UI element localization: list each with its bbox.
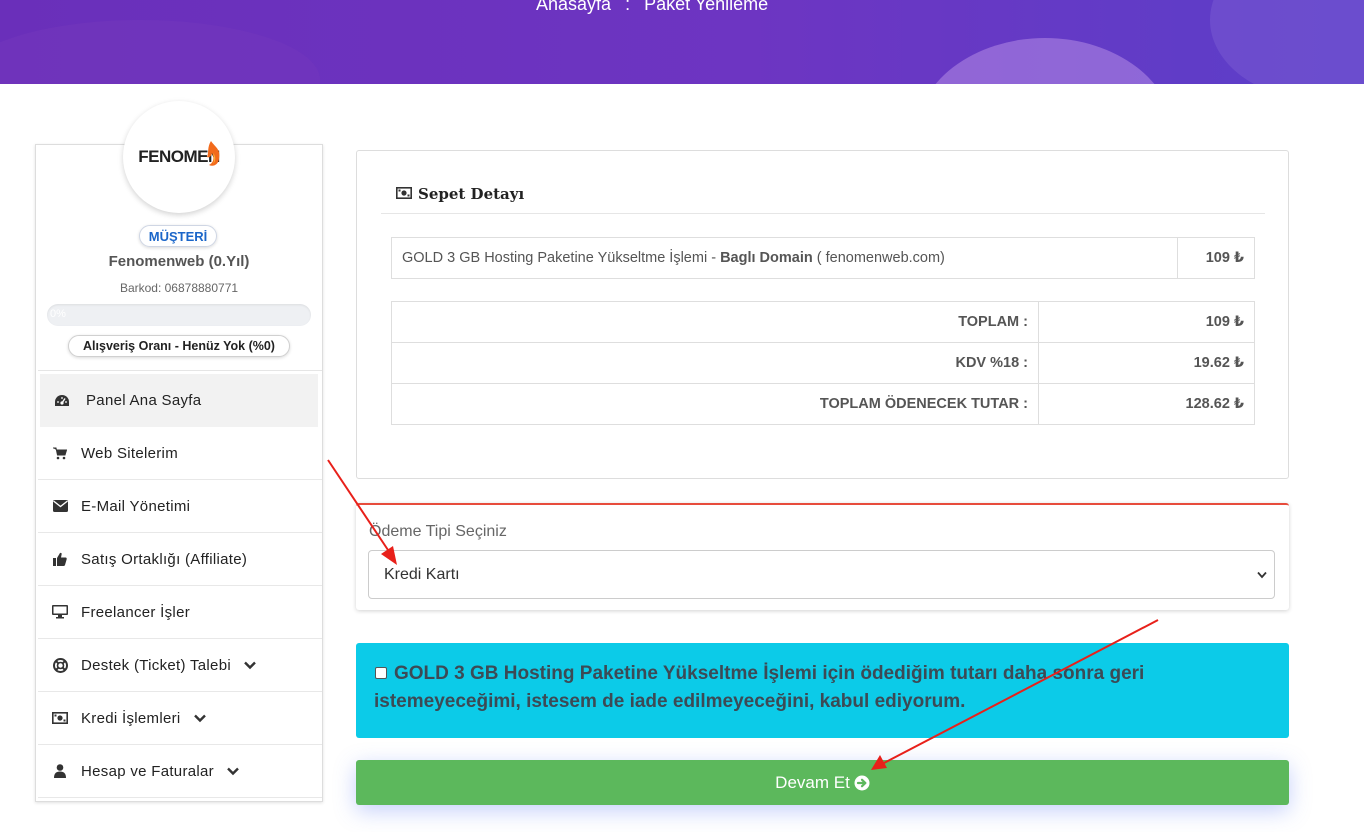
sidebar-item-credit[interactable]: Kredi İşlemleri: [38, 692, 322, 745]
total-label: TOPLAM :: [391, 301, 1039, 343]
agreement-box: GOLD 3 GB Hosting Paketine Yükseltme İşl…: [356, 643, 1289, 738]
table-row: GOLD 3 GB Hosting Paketine Yükseltme İşl…: [391, 237, 1255, 279]
dashboard-icon: [54, 393, 70, 409]
sidebar-item-panel-home[interactable]: Panel Ana Sayfa: [40, 374, 318, 427]
banner-decoration: [915, 38, 1175, 84]
sidebar-item-account-invoices[interactable]: Hesap ve Faturalar: [38, 745, 322, 798]
thumbs-up-icon: [52, 551, 68, 567]
chevron-down-icon[interactable]: [193, 711, 207, 725]
chevron-down-icon[interactable]: [226, 764, 240, 778]
cart-item-price: 109 ₺: [1177, 237, 1255, 279]
desktop-icon: [52, 604, 68, 620]
progress-bar: 0%: [47, 304, 311, 326]
sidebar-item-email[interactable]: E-Mail Yönetimi: [38, 480, 322, 533]
money-icon: [52, 710, 68, 726]
banner-decoration: [0, 20, 320, 84]
progress-label: 0%: [50, 308, 66, 320]
divider: [381, 213, 1265, 214]
vat-value: 19.62 ₺: [1038, 342, 1255, 384]
barcode-text: Barkod: 06878880771: [119, 281, 239, 295]
sidebar-item-label: Panel Ana Sayfa: [86, 392, 202, 409]
user-icon: [52, 763, 68, 779]
banner-decoration: [1210, 0, 1364, 84]
payment-panel: Ödeme Tipi Seçiniz Kredi Kartı: [356, 503, 1289, 610]
cart-items-table: GOLD 3 GB Hosting Paketine Yükseltme İşl…: [391, 237, 1255, 279]
page-banner: Anasayfa: Paket Yenileme: [0, 0, 1364, 84]
continue-button-label: Devam Et: [775, 772, 850, 792]
sidebar-item-affiliate[interactable]: Satış Ortaklığı (Affiliate): [38, 533, 322, 586]
cart-panel: Sepet Detayı GOLD 3 GB Hosting Paketine …: [356, 150, 1289, 479]
totals-table: TOPLAM : 109 ₺ KDV %18 : 19.62 ₺ TOPLAM …: [391, 301, 1255, 425]
breadcrumb-current: Paket Yenileme: [644, 0, 769, 14]
sidebar-item-freelancer[interactable]: Freelancer İşler: [38, 586, 322, 639]
sidebar-item-websites[interactable]: Web Sitelerim: [38, 427, 322, 480]
cart-title: Sepet Detayı: [396, 185, 524, 203]
sidebar-item-label: Hesap ve Faturalar: [81, 762, 214, 780]
grand-total-value: 128.62 ₺: [1038, 383, 1255, 425]
continue-button[interactable]: Devam Et: [356, 760, 1289, 805]
payment-type-label: Ödeme Tipi Seçiniz: [369, 523, 507, 540]
sidebar-item-support-ticket[interactable]: Destek (Ticket) Talebi: [38, 639, 322, 692]
arrow-circle-right-icon: [854, 775, 870, 791]
life-ring-icon: [52, 657, 68, 673]
agreement-text: GOLD 3 GB Hosting Paketine Yükseltme İşl…: [374, 663, 1145, 712]
table-row: TOPLAM ÖDENECEK TUTAR : 128.62 ₺: [391, 383, 1255, 425]
item-name: GOLD 3 GB Hosting Paketine Yükseltme İşl…: [402, 250, 721, 266]
total-value: 109 ₺: [1038, 301, 1255, 343]
sidebar-item-label: E-Mail Yönetimi: [81, 497, 191, 515]
sidebar-item-label: Web Sitelerim: [81, 444, 178, 462]
user-name: Fenomenweb (0.Yıl): [108, 253, 250, 270]
payment-type-selected: Kredi Kartı: [384, 565, 460, 583]
cart-item-description: GOLD 3 GB Hosting Paketine Yükseltme İşl…: [391, 237, 1178, 279]
breadcrumb-separator: :: [625, 0, 631, 14]
flame-logo-icon: [207, 141, 220, 166]
money-icon: [396, 185, 412, 203]
table-row: KDV %18 : 19.62 ₺: [391, 342, 1255, 384]
vat-label: KDV %18 :: [391, 342, 1039, 384]
sidebar-item-label: Destek (Ticket) Talebi: [81, 656, 231, 674]
sidebar-item-label: Satış Ortaklığı (Affiliate): [81, 550, 248, 568]
chevron-down-icon[interactable]: [243, 658, 257, 672]
sidebar-menu: Panel Ana Sayfa Web Sitelerim E-Mail Yön…: [38, 370, 322, 798]
avatar: FENOMEN: [123, 101, 235, 213]
sidebar-item-label: Kredi İşlemleri: [81, 709, 181, 727]
chevron-down-icon: [1257, 571, 1267, 579]
payment-type-select[interactable]: Kredi Kartı: [368, 550, 1275, 599]
grand-total-label: TOPLAM ÖDENECEK TUTAR :: [391, 383, 1039, 425]
cart-icon: [52, 445, 68, 461]
envelope-icon: [52, 498, 68, 514]
sidebar-item-label: Freelancer İşler: [81, 603, 191, 621]
cart-title-text: Sepet Detayı: [418, 185, 525, 203]
item-domain: ( fenomenweb.com): [812, 250, 945, 266]
breadcrumb-home[interactable]: Anasayfa: [536, 0, 611, 14]
domain-label: Baglı Domain: [720, 250, 813, 266]
breadcrumb: Anasayfa: Paket Yenileme: [536, 0, 768, 15]
role-badge: MÜŞTERİ: [139, 225, 217, 247]
table-row: TOPLAM : 109 ₺: [391, 301, 1255, 343]
shopping-rate-badge: Alışveriş Oranı - Henüz Yok (%0): [68, 335, 290, 357]
